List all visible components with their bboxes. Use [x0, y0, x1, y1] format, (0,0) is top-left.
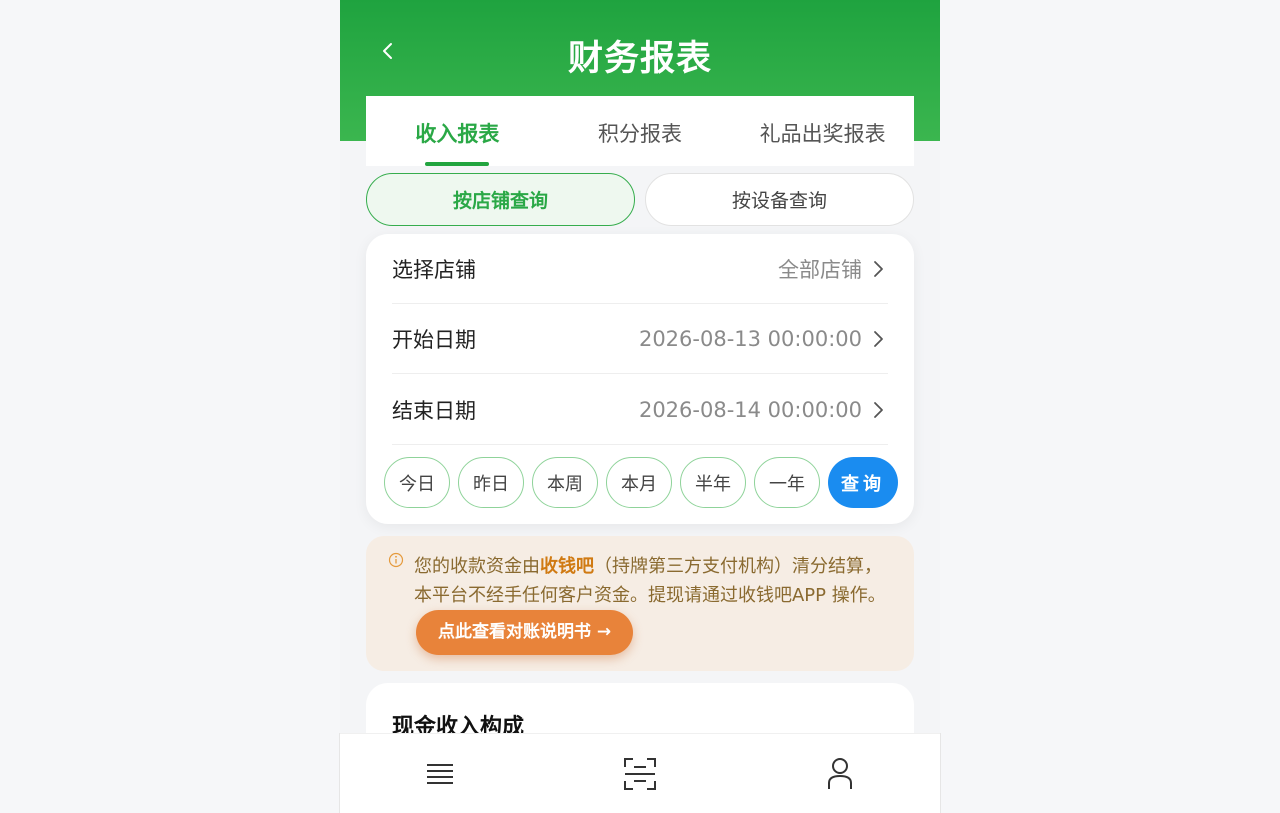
- nav-menu[interactable]: [340, 734, 540, 813]
- store-select-row[interactable]: 选择店铺 全部店铺: [392, 234, 888, 304]
- page-title: 财务报表: [567, 39, 712, 79]
- filter-card: 选择店铺 全部店铺 开始日期 2026-08-13 00:00:00 结束日期 …: [366, 234, 914, 524]
- menu-icon: [427, 763, 453, 784]
- reconciliation-guide-button[interactable]: 点此查看对账说明书 →: [416, 610, 634, 655]
- bottom-edge-left: [339, 733, 340, 813]
- quick-range-row: 今日 昨日 本周 本月 半年 一年 查询: [384, 457, 898, 508]
- range-yesterday-button[interactable]: 昨日: [458, 457, 524, 508]
- bottom-edge-right: [940, 733, 941, 813]
- user-icon: [828, 757, 852, 789]
- start-date-row[interactable]: 开始日期 2026-08-13 00:00:00: [392, 304, 888, 374]
- store-value: 全部店铺: [778, 257, 862, 282]
- query-by-device-button[interactable]: 按设备查询: [645, 173, 914, 226]
- start-date-value: 2026-08-13 00:00:00: [638, 326, 862, 351]
- chevron-right-icon: [868, 398, 888, 422]
- store-label: 选择店铺: [392, 257, 476, 282]
- active-tab-indicator: [425, 162, 489, 166]
- end-date-value: 2026-08-14 00:00:00: [638, 397, 862, 422]
- tab-income-report[interactable]: 收入报表: [366, 96, 549, 166]
- notice-brand: 收钱吧: [540, 556, 594, 577]
- info-icon: [388, 552, 404, 568]
- query-button[interactable]: 查询: [828, 457, 898, 508]
- range-one-year-button[interactable]: 一年: [754, 457, 820, 508]
- settlement-notice: 您的收款资金由收钱吧（持牌第三方支付机构）清分结算，本平台不经手任何客户资金。提…: [366, 536, 914, 671]
- tab-label: 积分报表: [598, 122, 682, 146]
- notice-text: 您的收款资金由收钱吧（持牌第三方支付机构）清分结算，本平台不经手任何客户资金。提…: [414, 552, 894, 655]
- app-screen: 财务报表 收入报表 积分报表 礼品出奖报表 按店铺查询 按设备查询 选择店铺 全…: [340, 0, 940, 813]
- range-today-button[interactable]: 今日: [384, 457, 450, 508]
- end-date-label: 结束日期: [392, 398, 476, 423]
- nav-profile[interactable]: [740, 734, 940, 813]
- tab-gift-report[interactable]: 礼品出奖报表: [731, 96, 914, 166]
- range-half-year-button[interactable]: 半年: [680, 457, 746, 508]
- scan-icon: [624, 757, 656, 790]
- query-by-store-button[interactable]: 按店铺查询: [366, 173, 635, 226]
- nav-scan[interactable]: [540, 734, 740, 813]
- notice-text-before: 您的收款资金由: [414, 556, 540, 577]
- query-mode-switch: 按店铺查询 按设备查询: [366, 173, 914, 226]
- end-date-row[interactable]: 结束日期 2026-08-14 00:00:00: [392, 375, 888, 445]
- range-this-week-button[interactable]: 本周: [532, 457, 598, 508]
- start-date-label: 开始日期: [392, 327, 476, 352]
- report-tabs: 收入报表 积分报表 礼品出奖报表: [366, 96, 914, 166]
- bottom-nav: [340, 733, 940, 813]
- tab-label: 收入报表: [415, 122, 500, 146]
- range-this-month-button[interactable]: 本月: [606, 457, 672, 508]
- tab-points-report[interactable]: 积分报表: [549, 96, 732, 166]
- chevron-right-icon: [868, 257, 888, 281]
- chevron-right-icon: [868, 327, 888, 351]
- tab-label: 礼品出奖报表: [759, 122, 886, 146]
